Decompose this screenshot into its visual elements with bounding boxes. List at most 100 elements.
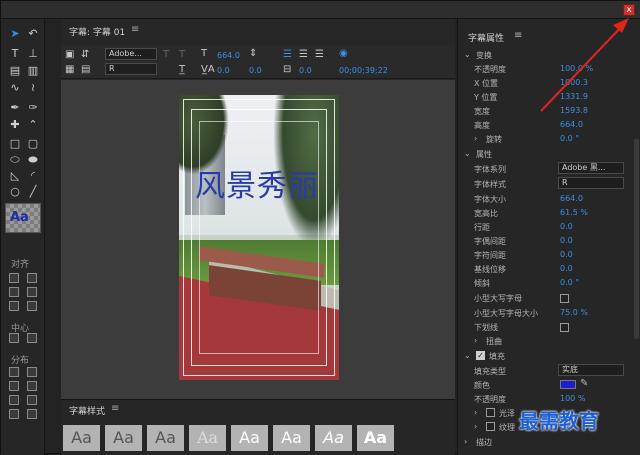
bold-icon[interactable]: T bbox=[163, 49, 169, 60]
rotation-tool-icon[interactable]: ↶ bbox=[25, 27, 41, 41]
x-position-value[interactable]: 1000.3 bbox=[560, 78, 588, 87]
editor-menu-icon[interactable]: ≡ bbox=[131, 24, 139, 35]
font-size-prop-value[interactable]: 664.0 bbox=[560, 194, 583, 203]
styles-menu-icon[interactable]: ≡ bbox=[111, 403, 119, 414]
align-top-icon[interactable] bbox=[27, 273, 37, 283]
align-center-v-icon[interactable] bbox=[27, 287, 37, 297]
align-left-text-icon[interactable]: ☰ bbox=[283, 49, 292, 60]
sheen-expander-icon[interactable]: › bbox=[474, 408, 477, 417]
align-right-icon[interactable] bbox=[9, 301, 19, 311]
title-text-object[interactable]: 风景秀丽 bbox=[195, 161, 319, 205]
align-right-text-icon[interactable]: ☰ bbox=[315, 49, 324, 60]
tracking-value[interactable]: 0.0 bbox=[299, 66, 312, 75]
distribute-center-h-icon[interactable] bbox=[9, 381, 19, 391]
selection-tool-icon[interactable]: ➤ bbox=[7, 27, 23, 41]
vertical-area-type-tool-icon[interactable]: ▥ bbox=[25, 64, 41, 78]
templates-icon[interactable]: ▦ bbox=[65, 64, 74, 75]
center-horizontal-icon[interactable] bbox=[9, 333, 19, 343]
style-preset[interactable]: Aa bbox=[357, 425, 394, 451]
rectangle-tool-icon[interactable]: □ bbox=[7, 137, 23, 151]
background-video-icon[interactable]: ▤ bbox=[81, 64, 90, 75]
align-center-text-icon[interactable]: ☰ bbox=[299, 49, 308, 60]
styles-tab[interactable]: 字幕样式 bbox=[69, 404, 105, 417]
wedge-tool-icon[interactable]: ◺ bbox=[7, 169, 23, 183]
vertical-path-type-tool-icon[interactable]: ≀ bbox=[25, 81, 41, 95]
rotation-value[interactable]: 0.0 ° bbox=[560, 134, 579, 143]
align-left-icon[interactable] bbox=[9, 273, 19, 283]
arc-tool-icon[interactable]: ◜ bbox=[25, 169, 41, 183]
distribute-v-space-icon[interactable] bbox=[27, 409, 37, 419]
clipped-rectangle-tool-icon[interactable]: ⬭ bbox=[7, 153, 23, 167]
tab-stops-icon[interactable]: ⊟ bbox=[283, 64, 291, 75]
style-preset[interactable]: Aa bbox=[189, 425, 226, 451]
type-tool-icon[interactable]: T bbox=[7, 47, 23, 61]
rounded-corner-tool-icon[interactable]: ⬬ bbox=[25, 153, 41, 167]
fill-type-dropdown[interactable]: 实底 bbox=[558, 364, 624, 376]
transform-expander-icon[interactable]: ⌄ bbox=[464, 50, 471, 59]
fill-opacity-value[interactable]: 100 % bbox=[560, 394, 585, 403]
small-caps-checkbox[interactable] bbox=[560, 294, 569, 303]
stroke-expander-icon[interactable]: › bbox=[464, 437, 467, 446]
align-bottom-icon[interactable] bbox=[27, 301, 37, 311]
distribute-left-icon[interactable] bbox=[9, 367, 19, 377]
leading-value[interactable]: 0.0 bbox=[249, 66, 262, 75]
font-family-dropdown[interactable]: Adobe 黑... bbox=[558, 162, 624, 174]
distribute-h-space-icon[interactable] bbox=[9, 409, 19, 419]
font-style-select[interactable]: R bbox=[105, 63, 157, 75]
texture-checkbox[interactable] bbox=[486, 422, 495, 431]
italic-icon[interactable]: T bbox=[179, 49, 185, 60]
area-type-tool-icon[interactable]: ▤ bbox=[7, 64, 23, 78]
rotation-expander-icon[interactable]: › bbox=[474, 134, 477, 143]
distribute-center-v-icon[interactable] bbox=[27, 381, 37, 391]
pen-tool-icon[interactable]: ✒ bbox=[7, 101, 23, 115]
y-position-value[interactable]: 1331.9 bbox=[560, 92, 588, 101]
font-style-dropdown[interactable]: R bbox=[558, 177, 624, 189]
align-center-h-icon[interactable] bbox=[9, 287, 19, 297]
fill-checkbox[interactable]: ✓ bbox=[476, 351, 485, 360]
aspect-value[interactable]: 61.5 % bbox=[560, 208, 588, 217]
rounded-rectangle-tool-icon[interactable]: ▢ bbox=[25, 137, 41, 151]
height-value[interactable]: 664.0 bbox=[560, 120, 583, 129]
editor-tab[interactable]: 字幕: 字幕 01 bbox=[69, 25, 125, 38]
slant-value[interactable]: 0.0 ° bbox=[560, 278, 579, 287]
properties-tab[interactable]: 字幕属性 bbox=[468, 31, 504, 44]
kerning-prop-value[interactable]: 0.0 bbox=[560, 236, 573, 245]
baseline-value[interactable]: 0.0 bbox=[560, 264, 573, 273]
attributes-expander-icon[interactable]: ⌄ bbox=[464, 149, 471, 158]
center-vertical-icon[interactable] bbox=[27, 333, 37, 343]
tracking-prop-value[interactable]: 0.0 bbox=[560, 250, 573, 259]
distribute-bottom-icon[interactable] bbox=[27, 395, 37, 405]
font-size-value[interactable]: 664.0 bbox=[217, 51, 240, 60]
style-preset[interactable]: Aa bbox=[231, 425, 268, 451]
new-title-icon[interactable]: ▣ bbox=[65, 49, 74, 60]
style-preset[interactable]: Aa bbox=[147, 425, 184, 451]
small-caps-size-value[interactable]: 75.0 % bbox=[560, 308, 588, 317]
style-preset[interactable]: Aa bbox=[105, 425, 142, 451]
title-canvas[interactable]: 风景秀丽 bbox=[61, 80, 455, 399]
close-button[interactable]: x bbox=[623, 4, 635, 16]
opacity-value[interactable]: 100.0 % bbox=[560, 64, 593, 73]
underline-checkbox[interactable] bbox=[560, 323, 569, 332]
leading-prop-value[interactable]: 0.0 bbox=[560, 222, 573, 231]
line-tool-icon[interactable]: ╱ bbox=[25, 185, 41, 199]
vertical-type-tool-icon[interactable]: ⊥ bbox=[25, 47, 41, 61]
roll-crawl-icon[interactable]: ⇵ bbox=[81, 49, 89, 60]
timecode-value[interactable]: 00;00;39;22 bbox=[339, 66, 388, 75]
eyedropper-icon[interactable]: ✎ bbox=[580, 378, 588, 389]
style-preset[interactable]: Aa bbox=[315, 425, 352, 451]
convert-anchor-tool-icon[interactable]: ⌃ bbox=[25, 118, 41, 132]
texture-expander-icon[interactable]: › bbox=[474, 422, 477, 431]
add-anchor-tool-icon[interactable]: ✚ bbox=[7, 118, 23, 132]
path-type-tool-icon[interactable]: ∿ bbox=[7, 81, 23, 95]
distribute-right-icon[interactable] bbox=[9, 395, 19, 405]
distort-expander-icon[interactable]: › bbox=[474, 336, 477, 345]
delete-anchor-tool-icon[interactable]: ✑ bbox=[25, 101, 41, 115]
width-value[interactable]: 1593.8 bbox=[560, 106, 588, 115]
font-family-select[interactable]: Adobe... bbox=[105, 48, 157, 60]
ellipse-tool-icon[interactable]: ○ bbox=[7, 185, 23, 199]
properties-menu-icon[interactable]: ≡ bbox=[514, 30, 522, 41]
kerning-value[interactable]: 0.0 bbox=[217, 66, 230, 75]
fill-expander-icon[interactable]: ⌄ bbox=[464, 351, 471, 360]
show-video-icon[interactable]: ◉ bbox=[339, 48, 348, 59]
fill-color-swatch[interactable] bbox=[560, 380, 576, 389]
